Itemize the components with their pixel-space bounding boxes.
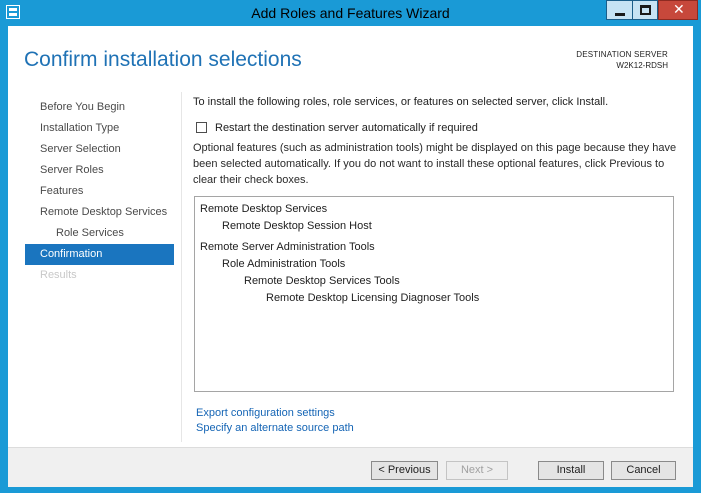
maximize-icon: [640, 5, 651, 15]
destination-server-name: W2K12-RDSH: [616, 61, 668, 70]
selection-item: Remote Desktop Session Host: [222, 220, 372, 232]
nav-step-before-you-begin[interactable]: Before You Begin: [25, 97, 174, 118]
nav-step-confirmation[interactable]: Confirmation: [25, 244, 174, 265]
cancel-button[interactable]: Cancel: [611, 461, 676, 480]
install-button[interactable]: Install: [538, 461, 604, 480]
minimize-button[interactable]: [606, 0, 633, 20]
nav-step-installation-type[interactable]: Installation Type: [25, 118, 174, 139]
close-button[interactable]: ✕: [658, 0, 698, 20]
selection-item: Remote Desktop Licensing Diagnoser Tools: [266, 292, 480, 304]
title-bar: Add Roles and Features Wizard: [0, 0, 701, 26]
wizard-footer: < Previous Next > Install Cancel: [8, 447, 693, 487]
alternate-source-link[interactable]: Specify an alternate source path: [196, 422, 354, 434]
window-title: Add Roles and Features Wizard: [251, 5, 450, 21]
wizard-step-nav: Before You Begin Installation Type Serve…: [25, 97, 174, 286]
selection-item: Remote Server Administration Tools: [200, 241, 375, 253]
next-button: Next >: [446, 461, 508, 480]
nav-step-remote-desktop-services[interactable]: Remote Desktop Services: [25, 202, 174, 223]
intro-text: To install the following roles, role ser…: [193, 96, 609, 108]
wizard-body: Confirm installation selections DESTINAT…: [8, 26, 693, 487]
optional-features-info: Optional features (such as administratio…: [193, 142, 677, 186]
nav-step-results: Results: [40, 269, 77, 281]
nav-step-role-services[interactable]: Role Services: [25, 223, 174, 244]
previous-button[interactable]: < Previous: [371, 461, 438, 480]
selection-item: Remote Desktop Services Tools: [244, 275, 400, 287]
close-icon: ✕: [673, 2, 685, 18]
maximize-button[interactable]: [632, 0, 658, 20]
nav-step-server-selection[interactable]: Server Selection: [25, 139, 174, 160]
destination-server-label: DESTINATION SERVER: [576, 50, 668, 59]
restart-checkbox-label[interactable]: Restart the destination server automatic…: [215, 122, 478, 134]
nav-divider: [181, 92, 182, 442]
selections-list: Remote Desktop Services Remote Desktop S…: [194, 196, 674, 392]
page-title: Confirm installation selections: [24, 48, 302, 71]
selection-item: Remote Desktop Services: [200, 203, 328, 215]
minimize-icon: [615, 13, 625, 16]
selection-item: Role Administration Tools: [222, 258, 346, 270]
export-configuration-link[interactable]: Export configuration settings: [196, 407, 335, 419]
nav-step-features[interactable]: Features: [25, 181, 174, 202]
nav-step-server-roles[interactable]: Server Roles: [25, 160, 174, 181]
restart-checkbox[interactable]: [196, 122, 207, 133]
